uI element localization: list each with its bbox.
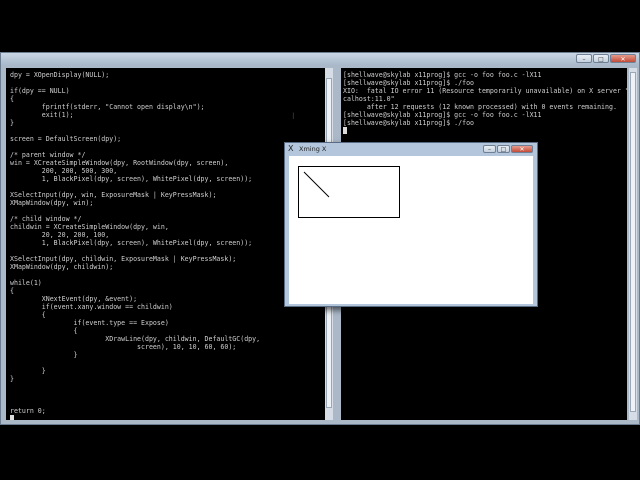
terminal-scrollbar-thumb[interactable] <box>630 72 636 412</box>
xming-window[interactable]: X Xming X – □ ✕ <box>284 142 538 307</box>
code-line: /* parent window */ <box>10 151 86 159</box>
code-line: XSelectInput(dpy, win, ExposureMask | Ke… <box>10 191 217 199</box>
xming-close-button[interactable]: ✕ <box>511 145 533 153</box>
terminal-line: calhost:11.0" <box>343 95 395 103</box>
code-line: dpy = XOpenDisplay(NULL); <box>10 71 110 79</box>
code-line: { <box>10 95 14 103</box>
code-line: XSelectInput(dpy, childwin, ExposureMask… <box>10 255 237 263</box>
code-line: 20, 20, 200, 100, <box>10 231 110 239</box>
code-line: childwin = XCreateSimpleWindow(dpy, win, <box>10 223 169 231</box>
code-line: exit(1); <box>10 111 74 119</box>
maximize-button[interactable]: □ <box>593 54 609 63</box>
code-line: XMapWindow(dpy, win); <box>10 199 94 207</box>
editor-cursor <box>10 415 260 420</box>
xming-minimize-button[interactable]: – <box>483 145 496 153</box>
terminal-line: [shellwave@skylab x11prog]$ gcc -o foo f… <box>343 71 542 79</box>
terminal-line: [shellwave@skylab x11prog]$ gcc -o foo f… <box>343 111 542 119</box>
terminal-line: [shellwave@skylab x11prog]$ ./foo <box>343 79 475 87</box>
code-line: screen), 10, 10, 60, 60); <box>10 343 237 351</box>
ibeam-cursor-icon: I <box>292 112 295 122</box>
code-line: XNextEvent(dpy, &event); <box>10 295 138 303</box>
terminal-cursor <box>343 127 627 135</box>
code-line: { <box>10 311 46 319</box>
code-line: XMapWindow(dpy, childwin); <box>10 263 114 271</box>
code-line: return 0; <box>10 407 46 415</box>
xming-parent-window <box>289 156 533 304</box>
code-line: } <box>10 375 14 383</box>
terminal-line: [shellwave@skylab x11prog]$ ./foo <box>343 119 475 127</box>
code-line: 200, 200, 500, 300, <box>10 167 118 175</box>
drawn-line <box>303 171 330 198</box>
code-listing: dpy = XOpenDisplay(NULL); if(dpy == NULL… <box>10 71 260 420</box>
terminal-output: [shellwave@skylab x11prog]$ gcc -o foo f… <box>343 71 627 135</box>
code-line: { <box>10 287 14 295</box>
terminal-line: after 12 requests (12 known processed) w… <box>343 103 617 111</box>
child-window-canvas <box>303 171 330 198</box>
main-titlebar[interactable]: – □ ✕ <box>1 53 639 65</box>
code-line: if(event.xany.window == childwin) <box>10 303 173 311</box>
minimize-button[interactable]: – <box>576 54 592 63</box>
code-line: while(1) <box>10 279 42 287</box>
terminal-line: XIO: fatal IO error 11 (Resource tempora… <box>343 87 627 95</box>
terminal-scrollbar[interactable] <box>629 68 637 420</box>
xming-logo-icon: X <box>288 144 294 153</box>
code-line: 1, BlackPixel(dpy, screen), WhitePixel(d… <box>10 239 253 247</box>
code-line: } <box>10 119 14 127</box>
xming-maximize-button[interactable]: □ <box>497 145 510 153</box>
code-editor-pane[interactable]: dpy = XOpenDisplay(NULL); if(dpy == NULL… <box>6 68 325 420</box>
code-line: XDrawLine(dpy, childwin, DefaultGC(dpy, <box>10 335 261 343</box>
code-line: screen = DefaultScreen(dpy); <box>10 135 122 143</box>
code-line: /* child window */ <box>10 215 82 223</box>
code-line: 1, BlackPixel(dpy, screen), WhitePixel(d… <box>10 175 253 183</box>
code-line: } <box>10 351 78 359</box>
xming-window-title: Xming X <box>299 145 327 153</box>
code-line: win = XCreateSimpleWindow(dpy, RootWindo… <box>10 159 229 167</box>
close-button[interactable]: ✕ <box>610 54 636 63</box>
xming-child-window <box>298 166 400 218</box>
code-line: if(dpy == NULL) <box>10 87 70 95</box>
code-line: } <box>10 367 46 375</box>
code-line: if(event.type == Expose) <box>10 319 169 327</box>
code-line: fprintf(stderr, "Cannot open display\n")… <box>10 103 205 111</box>
code-line: { <box>10 327 78 335</box>
